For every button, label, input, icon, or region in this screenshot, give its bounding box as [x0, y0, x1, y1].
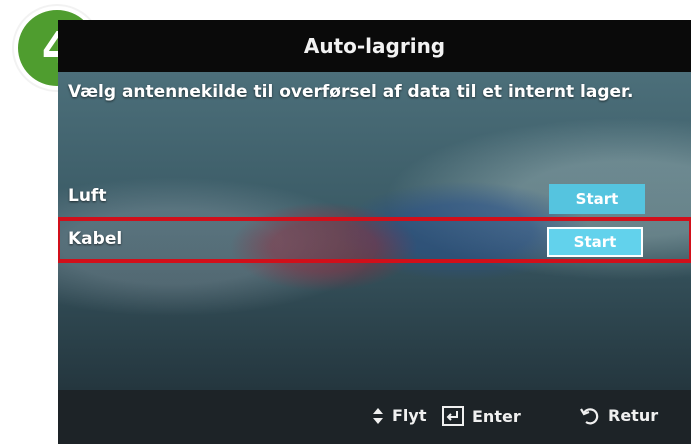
option-row-luft[interactable]: Luft Start — [58, 176, 691, 218]
return-hint: Retur — [580, 406, 658, 425]
move-label: Flyt — [392, 406, 427, 425]
start-button-kabel[interactable]: Start — [547, 227, 643, 257]
enter-hint: Enter — [442, 406, 521, 426]
option-label-luft: Luft — [68, 186, 107, 206]
screen-title: Auto-lagring — [303, 34, 446, 58]
move-hint: Flyt — [372, 406, 427, 425]
enter-icon — [442, 406, 464, 426]
option-row-kabel[interactable]: Kabel Start — [58, 217, 691, 263]
enter-label: Enter — [472, 406, 521, 426]
description-text: Vælg antennekilde til overførsel af data… — [68, 82, 634, 102]
up-down-arrows-icon — [372, 407, 384, 424]
dialog-content: Vælg antennekilde til overførsel af data… — [58, 72, 691, 390]
return-arrow-icon — [580, 407, 600, 425]
tv-screen: Auto-lagring Vælg antennekilde til overf… — [58, 20, 691, 444]
option-label-kabel: Kabel — [68, 229, 123, 249]
title-bar: Auto-lagring — [58, 20, 691, 72]
return-label: Retur — [608, 406, 659, 425]
start-button-luft[interactable]: Start — [549, 184, 645, 214]
footer-hint-bar: Flyt Enter Retur — [58, 390, 691, 444]
